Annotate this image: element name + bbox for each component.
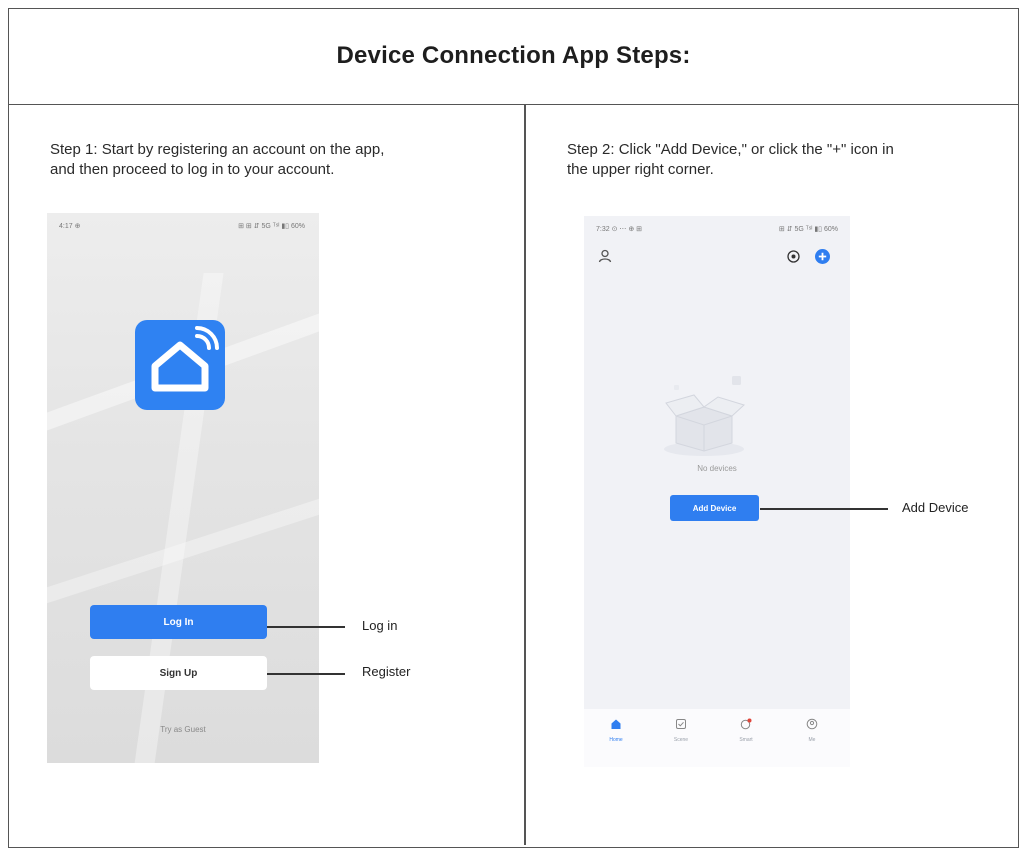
me-icon bbox=[806, 718, 818, 730]
tab-label: Scene bbox=[673, 737, 689, 743]
register-callout-label: Register bbox=[362, 664, 411, 679]
status-bar-time: 7:32 ⊙ ⋯ ⊕ ⊞ bbox=[596, 226, 642, 233]
bottom-tab-bar: Home Scene Smart Me bbox=[584, 709, 850, 767]
smart-home-app-icon bbox=[135, 320, 225, 410]
empty-state-text: No devices bbox=[697, 464, 737, 473]
tab-me[interactable]: Me bbox=[792, 717, 832, 743]
tab-smart[interactable]: Smart bbox=[726, 717, 766, 743]
profile-icon[interactable] bbox=[598, 249, 612, 263]
step2-line2: the upper right corner. bbox=[567, 161, 714, 178]
step2-line1: Step 2: Click "Add Device," or click the… bbox=[567, 141, 894, 158]
home-icon bbox=[611, 719, 621, 729]
login-button[interactable]: Log In bbox=[90, 605, 267, 639]
step1-line2: and then proceed to log in to your accou… bbox=[50, 161, 335, 178]
add-device-callout-line bbox=[760, 508, 888, 510]
tab-scene[interactable]: Scene bbox=[661, 717, 701, 743]
tab-label: Smart bbox=[739, 737, 753, 743]
add-device-plus-icon[interactable] bbox=[815, 249, 830, 264]
step1-line1: Step 1: Start by registering an account … bbox=[50, 141, 385, 158]
tab-home[interactable]: Home bbox=[596, 717, 636, 743]
tab-label: Home bbox=[609, 737, 623, 743]
title-row: Device Connection App Steps: bbox=[8, 8, 1019, 105]
status-bar-time: 4:17 ⊕ bbox=[59, 223, 81, 230]
login-screen-screenshot: 4:17 ⊕ ⊞ ⊞ ⇵ 5G ᵀˢᴵ ▮▯ 60% Log In Sign U… bbox=[47, 213, 319, 763]
add-device-callout-label: Add Device bbox=[902, 500, 969, 515]
house-wifi-icon bbox=[151, 326, 219, 392]
login-callout-label: Log in bbox=[362, 618, 398, 633]
step1-instructions: Step 1: Start by registering an account … bbox=[50, 140, 510, 180]
home-screen-screenshot: 7:32 ⊙ ⋯ ⊕ ⊞ ⊞ ⇵ 5G ᵀˢᴵ ▮▯ 60% No device… bbox=[584, 216, 850, 767]
tab-label: Me bbox=[808, 737, 816, 743]
document-title: Device Connection App Steps: bbox=[336, 42, 691, 69]
column-divider bbox=[524, 105, 526, 845]
status-bar-indicators: ⊞ ⇵ 5G ᵀˢᴵ ▮▯ 60% bbox=[778, 226, 838, 233]
empty-box-illustration bbox=[664, 376, 745, 456]
signup-button[interactable]: Sign Up bbox=[90, 656, 267, 690]
status-bar-indicators: ⊞ ⊞ ⇵ 5G ᵀˢᴵ ▮▯ 60% bbox=[238, 223, 305, 230]
register-callout-line bbox=[267, 673, 345, 675]
scene-icon bbox=[676, 719, 686, 729]
login-callout-line bbox=[267, 626, 345, 628]
step2-instructions: Step 2: Click "Add Device," or click the… bbox=[567, 140, 997, 180]
voice-icon[interactable] bbox=[787, 250, 800, 263]
try-as-guest-link[interactable]: Try as Guest bbox=[47, 725, 319, 734]
smart-icon bbox=[740, 718, 752, 730]
add-device-button[interactable]: Add Device bbox=[670, 495, 759, 521]
